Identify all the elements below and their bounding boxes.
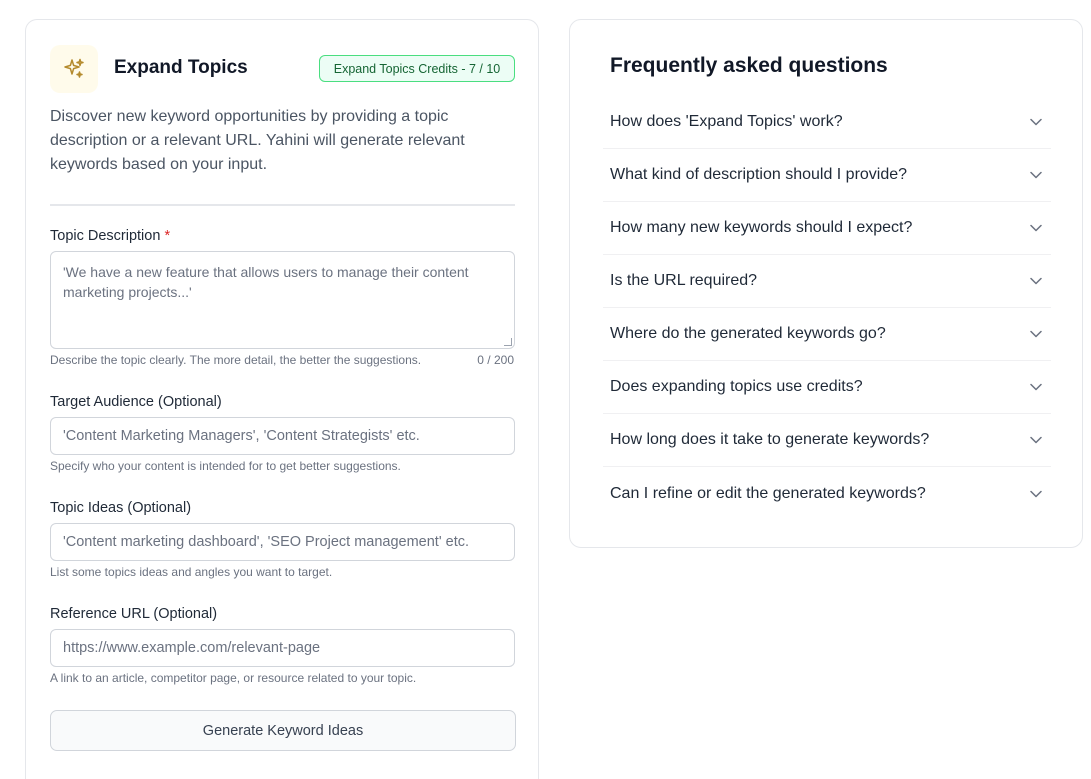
chevron-down-icon (1029, 115, 1043, 129)
generate-keyword-ideas-button[interactable]: Generate Keyword Ideas (50, 710, 516, 751)
faq-question: How long does it take to generate keywor… (610, 431, 930, 448)
topic-description-placeholder: 'We have a new feature that allows users… (63, 264, 469, 300)
reference-url-label: Reference URL (Optional) (50, 606, 218, 622)
chevron-down-icon (1029, 274, 1043, 288)
faq-item[interactable]: How many new keywords should I expect? (603, 202, 1051, 255)
topic-description-textarea[interactable]: 'We have a new feature that allows users… (50, 251, 515, 349)
faq-card: Frequently asked questions How does 'Exp… (569, 19, 1083, 548)
faq-item[interactable]: Does expanding topics use credits? (603, 361, 1051, 414)
faq-list: How does 'Expand Topics' work? What kind… (603, 96, 1051, 520)
chevron-down-icon (1029, 221, 1043, 235)
faq-question: What kind of description should I provid… (610, 166, 908, 183)
sparkles-icon (50, 45, 98, 93)
resize-handle[interactable] (504, 338, 512, 346)
page-title: Expand Topics (114, 57, 248, 78)
faq-item[interactable]: Where do the generated keywords go? (603, 308, 1051, 361)
faq-question: Where do the generated keywords go? (610, 325, 886, 342)
intro-text: Discover new keyword opportunities by pr… (50, 108, 465, 173)
divider (50, 204, 515, 206)
faq-item[interactable]: How long does it take to generate keywor… (603, 414, 1051, 467)
expand-topics-card: Expand Topics Expand Topics Credits - 7 … (25, 19, 539, 779)
faq-question: Does expanding topics use credits? (610, 378, 863, 395)
faq-question: How does 'Expand Topics' work? (610, 113, 843, 130)
topic-ideas-input[interactable]: 'Content marketing dashboard', 'SEO Proj… (50, 523, 515, 561)
chevron-down-icon (1029, 327, 1043, 341)
target-audience-input[interactable]: 'Content Marketing Managers', 'Content S… (50, 417, 515, 455)
topic-description-help: Describe the topic clearly. The more det… (50, 353, 422, 367)
topic-description-label-text: Topic Description (50, 228, 161, 244)
chevron-down-icon (1029, 380, 1043, 394)
character-counter: 0 / 200 (477, 353, 514, 367)
required-mark: * (164, 228, 171, 244)
credits-badge: Expand Topics Credits - 7 / 10 (319, 55, 515, 82)
chevron-down-icon (1029, 487, 1043, 501)
reference-url-input[interactable]: https://www.example.com/relevant-page (50, 629, 515, 667)
chevron-down-icon (1029, 168, 1043, 182)
faq-item[interactable]: Is the URL required? (603, 255, 1051, 308)
topic-ideas-label: Topic Ideas (Optional) (50, 500, 192, 516)
faq-item[interactable]: What kind of description should I provid… (603, 149, 1051, 202)
target-audience-label: Target Audience (Optional) (50, 394, 222, 410)
faq-item[interactable]: How does 'Expand Topics' work? (603, 96, 1051, 149)
faq-question: Can I refine or edit the generated keywo… (610, 484, 926, 502)
chevron-down-icon (1029, 433, 1043, 447)
faq-question: How many new keywords should I expect? (610, 219, 913, 236)
reference-url-help: A link to an article, competitor page, o… (50, 671, 417, 685)
faq-question: Is the URL required? (610, 272, 758, 289)
topic-ideas-help: List some topics ideas and angles you wa… (50, 565, 333, 579)
target-audience-help: Specify who your content is intended for… (50, 459, 401, 473)
faq-title: Frequently asked questions (610, 54, 888, 77)
topic-description-label: Topic Description * (50, 228, 170, 244)
faq-item[interactable]: Can I refine or edit the generated keywo… (603, 467, 1051, 520)
